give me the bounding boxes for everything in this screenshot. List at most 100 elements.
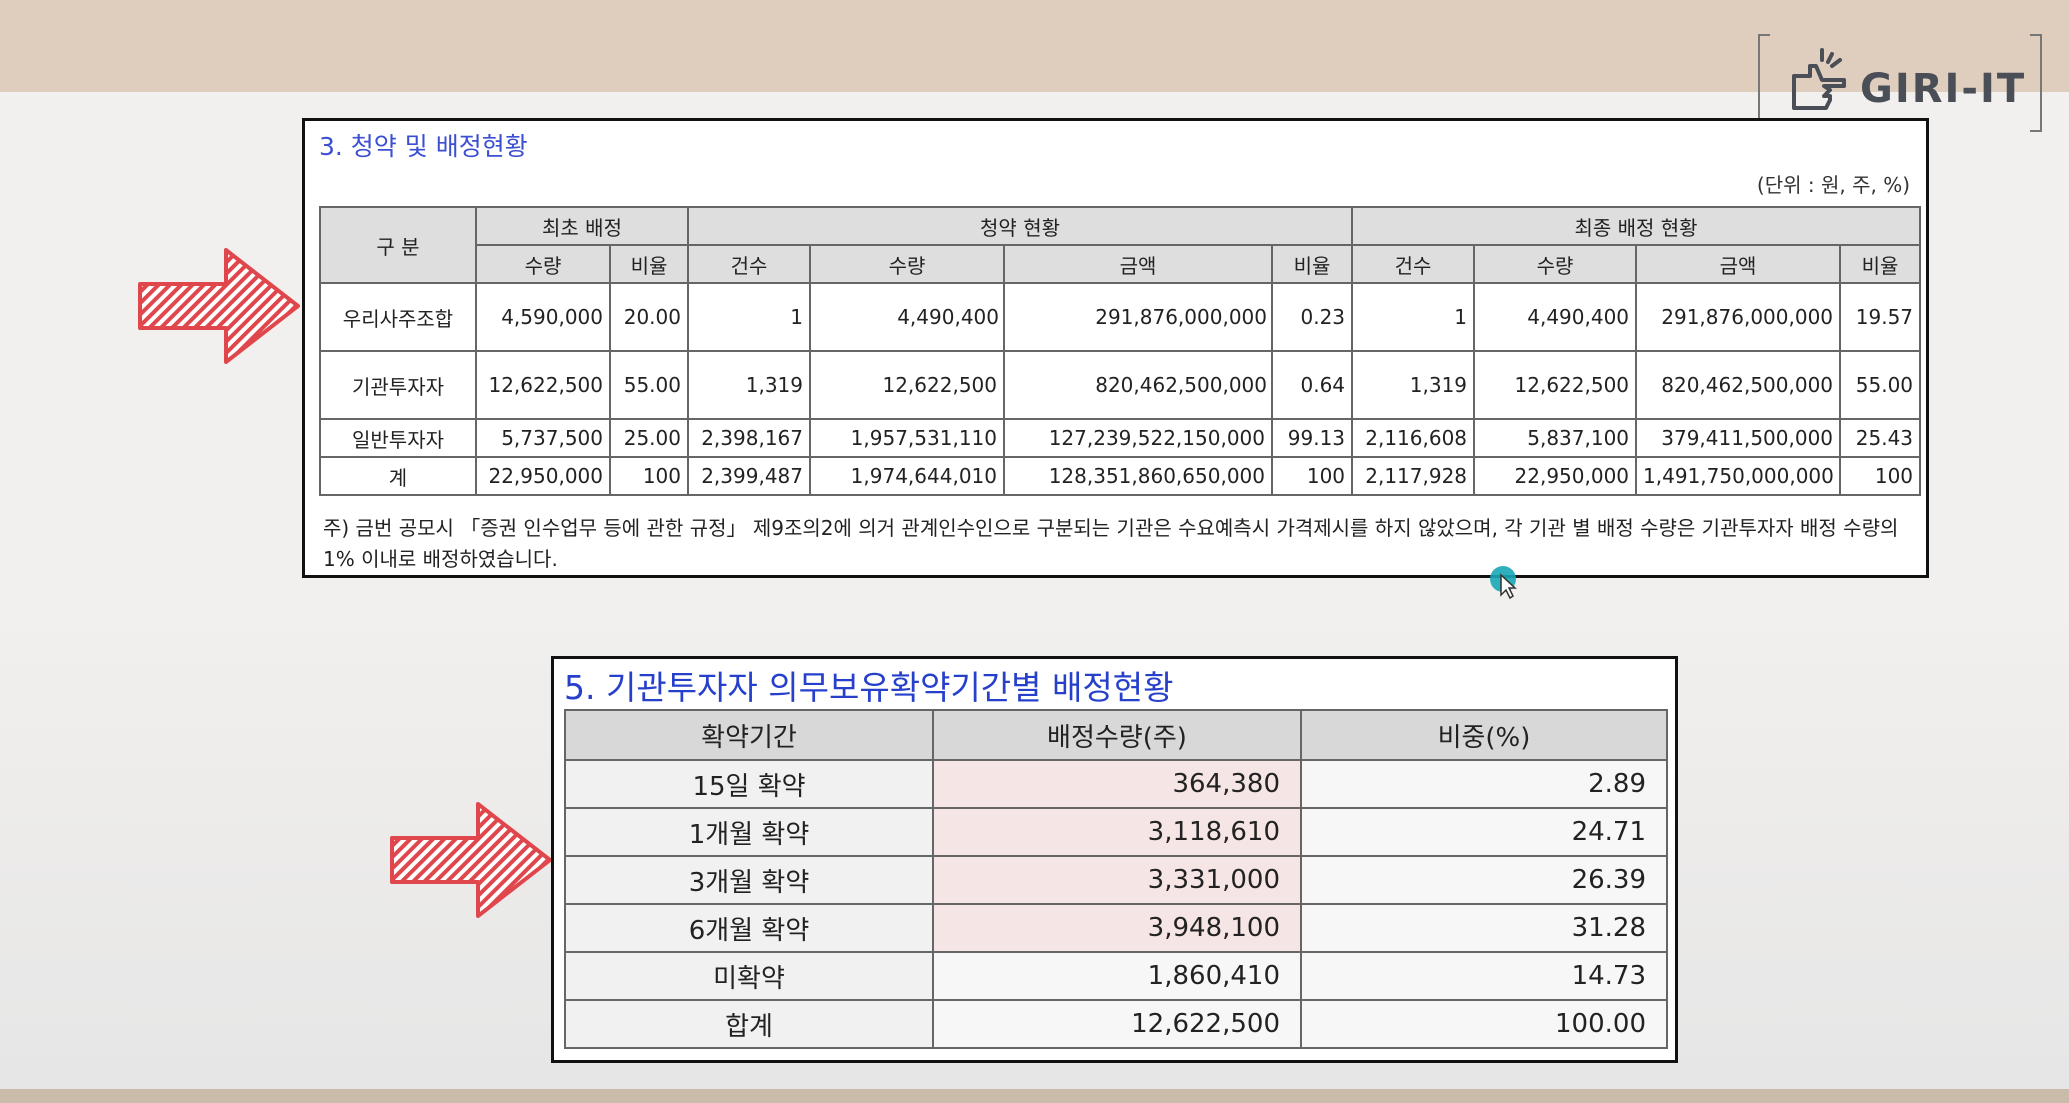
logo-text: GIRI-IT: [1860, 66, 2027, 112]
share-cell: 2.89: [1300, 759, 1668, 809]
footnote: 주) 금번 공모시 「증권 인수업무 등에 관한 규정」 제9조의2에 의거 관…: [323, 516, 1899, 571]
table-cell: 820,462,500,000: [1635, 350, 1842, 420]
pointing-hand-icon: [1792, 48, 1846, 110]
table-cell: 4,490,400: [1473, 282, 1638, 352]
subscription-table: 구 분 최초 배정 청약 현황 최종 배정 현황 수량 비율 건수 수량 금액 …: [319, 206, 1922, 496]
subheader-ratio: 비율: [1839, 244, 1922, 284]
table-cell: 1,974,644,010: [809, 456, 1005, 496]
subheader-count: 건수: [1351, 244, 1476, 284]
table-cell: 2,116,608: [1351, 418, 1476, 458]
subheader-qty: 수량: [809, 244, 1005, 284]
table-cell: 1: [687, 282, 811, 352]
share-cell: 26.39: [1300, 855, 1668, 905]
table-cell: 127,239,522,150,000: [1003, 418, 1273, 458]
period-cell: 3개월 확약: [564, 855, 934, 905]
table-cell: 1,319: [1351, 350, 1476, 420]
table-cell: 128,351,860,650,000: [1003, 456, 1273, 496]
period-cell: 1개월 확약: [564, 807, 934, 857]
table-cell: 1,957,531,110: [809, 418, 1005, 458]
subheader-ratio: 비율: [1270, 244, 1354, 284]
header-final: 최종 배정 현황: [1351, 206, 1922, 246]
table-cell: 12,622,500: [1473, 350, 1638, 420]
header-period: 확약기간: [564, 709, 934, 761]
table-cell: 25.43: [1839, 418, 1922, 458]
bottom-band: [0, 1089, 2069, 1103]
table-cell: 22,950,000: [1473, 456, 1638, 496]
row-label: 일반투자자: [319, 418, 477, 458]
table-cell: 55.00: [609, 350, 689, 420]
share-cell: 14.73: [1300, 951, 1668, 1001]
table-row: 합계 12,622,500 100.00: [564, 999, 1668, 1049]
table-cell: 12,622,500: [475, 350, 611, 420]
qty-cell: 12,622,500: [932, 999, 1302, 1049]
header-share: 비중(%): [1300, 709, 1668, 761]
table-row: 우리사주조합 4,590,000 20.00 1 4,490,400 291,8…: [319, 282, 1922, 352]
red-arrow-icon: [138, 248, 300, 364]
table-cell: 4,590,000: [475, 282, 611, 352]
table-cell: 1,491,750,000,000: [1635, 456, 1842, 496]
table-row: 미확약 1,860,410 14.73: [564, 951, 1668, 1001]
row-label: 우리사주조합: [319, 282, 477, 352]
table-cell: 100: [1270, 456, 1354, 496]
table-cell: 5,737,500: [475, 418, 611, 458]
qty-cell: 3,948,100: [932, 903, 1302, 953]
header-initial: 최초 배정: [475, 206, 689, 246]
table-cell: 2,117,928: [1351, 456, 1476, 496]
table-row: 일반투자자 5,737,500 25.00 2,398,167 1,957,53…: [319, 418, 1922, 458]
share-cell: 100.00: [1300, 999, 1668, 1049]
table-cell: 1,319: [687, 350, 811, 420]
table-cell: 100: [609, 456, 689, 496]
table-cell: 99.13: [1270, 418, 1354, 458]
row-label: 계: [319, 456, 477, 496]
lockup-table: 확약기간 배정수량(주) 비중(%) 15일 확약 364,380 2.89 1…: [564, 709, 1668, 1049]
subheader-amount: 금액: [1003, 244, 1273, 284]
channel-logo: GIRI-IT: [1758, 34, 2042, 132]
qty-cell: 3,118,610: [932, 807, 1302, 857]
table-cell: 20.00: [609, 282, 689, 352]
subheader-ratio: 비율: [609, 244, 689, 284]
period-cell: 15일 확약: [564, 759, 934, 809]
header-category: 구 분: [319, 206, 477, 284]
table-cell: 100: [1839, 456, 1922, 496]
subheader-count: 건수: [687, 244, 811, 284]
section-title: 5. 기관투자자 의무보유확약기간별 배정현황: [564, 668, 1174, 707]
table-cell: 0.23: [1270, 282, 1354, 352]
table-cell: 25.00: [609, 418, 689, 458]
table-cell: 4,490,400: [809, 282, 1005, 352]
table-cell: 291,876,000,000: [1635, 282, 1842, 352]
period-cell: 6개월 확약: [564, 903, 934, 953]
table-row: 6개월 확약 3,948,100 31.28: [564, 903, 1668, 953]
table-cell: 12,622,500: [809, 350, 1005, 420]
section-title: 3. 청약 및 배정현황: [319, 132, 528, 161]
logo-bracket-right: [2030, 34, 2042, 132]
table-cell: 291,876,000,000: [1003, 282, 1273, 352]
table-cell: 379,411,500,000: [1635, 418, 1842, 458]
row-label: 기관투자자: [319, 350, 477, 420]
table-row: 계 22,950,000 100 2,399,487 1,974,644,010…: [319, 456, 1922, 496]
header-allocated-qty: 배정수량(주): [932, 709, 1302, 761]
red-arrow-icon: [390, 802, 552, 918]
qty-cell: 364,380: [932, 759, 1302, 809]
table-row: 기관투자자 12,622,500 55.00 1,319 12,622,500 …: [319, 350, 1922, 420]
period-cell: 합계: [564, 999, 934, 1049]
subheader-qty: 수량: [1473, 244, 1638, 284]
share-cell: 31.28: [1300, 903, 1668, 953]
header-subscription: 청약 현황: [686, 206, 1354, 246]
table-row: 1개월 확약 3,118,610 24.71: [564, 807, 1668, 857]
table-cell: 0.64: [1270, 350, 1354, 420]
table-cell: 19.57: [1839, 282, 1922, 352]
table-cell: 2,399,487: [687, 456, 811, 496]
period-cell: 미확약: [564, 951, 934, 1001]
table-row: 3개월 확약 3,331,000 26.39: [564, 855, 1668, 905]
table-cell: 22,950,000: [475, 456, 611, 496]
share-cell: 24.71: [1300, 807, 1668, 857]
lockup-allocation-panel: 5. 기관투자자 의무보유확약기간별 배정현황 확약기간 배정수량(주) 비중(…: [551, 656, 1678, 1063]
table-cell: 55.00: [1839, 350, 1922, 420]
subscription-allocation-panel: 3. 청약 및 배정현황 (단위 : 원, 주, %) 구 분 최초 배정 청약…: [302, 118, 1929, 578]
table-cell: 2,398,167: [687, 418, 811, 458]
subheader-qty: 수량: [475, 244, 611, 284]
table-cell: 5,837,100: [1473, 418, 1638, 458]
qty-cell: 3,331,000: [932, 855, 1302, 905]
mouse-cursor-icon: [1490, 566, 1517, 600]
subheader-amount: 금액: [1635, 244, 1842, 284]
